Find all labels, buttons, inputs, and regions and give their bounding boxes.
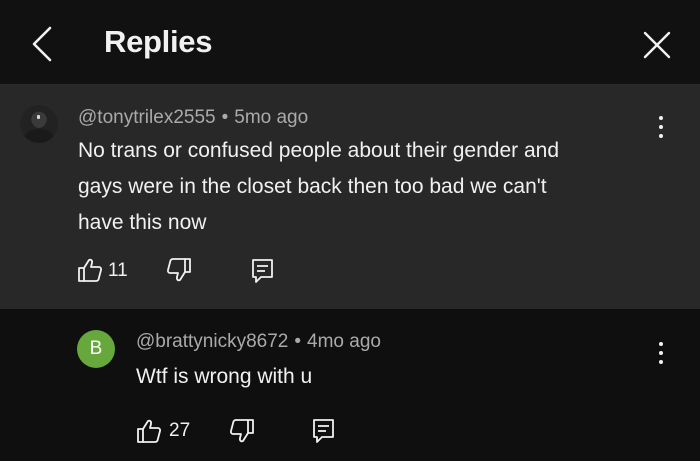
like-button[interactable] xyxy=(136,418,162,444)
reply-button[interactable] xyxy=(250,257,276,285)
like-count: 27 xyxy=(169,420,191,441)
comment-text-line: No trans or confused people about their … xyxy=(78,139,560,162)
more-options-button[interactable] xyxy=(653,113,669,143)
thumbs-down-icon xyxy=(166,258,191,282)
dislike-button[interactable] xyxy=(229,418,255,444)
like-button[interactable] xyxy=(77,257,103,283)
comment-meta: @tonytrilex2555 • 5mo ago xyxy=(78,107,308,129)
comment-text: Wtf is wrong with u xyxy=(136,359,312,395)
dislike-button[interactable] xyxy=(166,257,192,283)
comment-time: 4mo ago xyxy=(307,331,381,352)
avatar[interactable]: B xyxy=(77,330,115,368)
thumbs-up-icon xyxy=(78,258,103,282)
comment-text: No trans or confused people about their … xyxy=(78,133,559,241)
back-button[interactable] xyxy=(26,24,60,64)
like-count: 11 xyxy=(108,260,128,281)
comment-text-line: Wtf is wrong with u xyxy=(136,365,313,388)
comment-icon xyxy=(313,419,334,443)
meta-separator: • xyxy=(294,331,302,352)
close-icon xyxy=(643,31,671,59)
comment-time: 5mo ago xyxy=(234,107,309,128)
comment-author[interactable]: @brattynicky8672 xyxy=(136,331,288,352)
close-button[interactable] xyxy=(640,28,674,62)
avatar[interactable] xyxy=(20,105,58,143)
chevron-left-icon xyxy=(32,26,52,62)
thumbs-up-icon xyxy=(137,419,162,443)
page-title: Replies xyxy=(104,24,213,59)
comment-meta: @brattynicky8672 • 4mo ago xyxy=(136,331,381,353)
replies-header: Replies xyxy=(0,0,700,85)
parent-comment: @tonytrilex2555 • 5mo ago No trans or conf… xyxy=(0,85,700,309)
thumbs-down-icon xyxy=(229,419,254,443)
comment-icon xyxy=(252,259,273,283)
comment-author[interactable]: @tonytrilex2555 xyxy=(78,107,216,128)
meta-separator: • xyxy=(221,107,229,128)
comment-text-line: have this now xyxy=(78,211,207,234)
comment-text-line: gays were in the closet back then too ba… xyxy=(78,175,547,198)
reply-button[interactable] xyxy=(311,417,337,445)
more-options-button[interactable] xyxy=(653,339,669,369)
